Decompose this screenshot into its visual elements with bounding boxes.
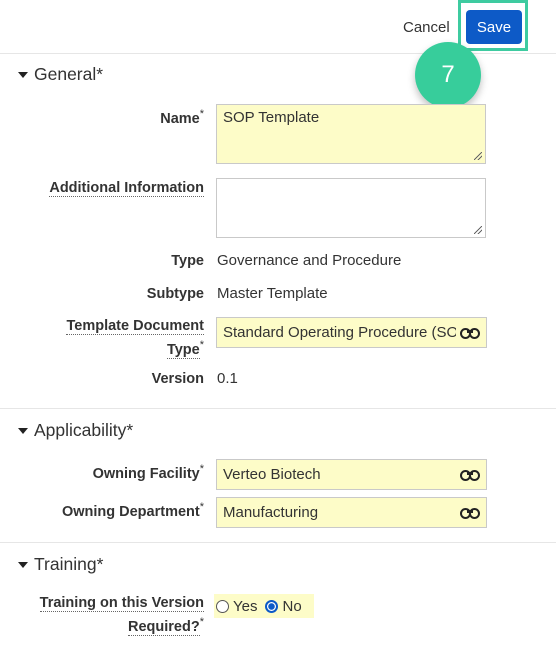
radio-yes[interactable]: [216, 599, 229, 613]
binoculars-icon[interactable]: [460, 507, 480, 519]
section-training-title: Training*: [34, 554, 104, 574]
training-option-no[interactable]: No: [265, 597, 302, 615]
binoculars-icon[interactable]: [460, 469, 480, 481]
additional-info-label: Additional Information: [49, 180, 204, 197]
name-label: Name*: [160, 108, 204, 127]
save-button-highlight: Save: [458, 0, 528, 51]
section-applicability-toggle[interactable]: Applicability*: [18, 420, 133, 441]
radio-no[interactable]: [265, 599, 279, 613]
binoculars-icon[interactable]: [460, 327, 480, 339]
subtype-label: Subtype: [146, 286, 204, 302]
type-label: Type: [171, 253, 204, 269]
radio-yes-label: Yes: [233, 597, 258, 615]
owning-department-value: Manufacturing: [223, 504, 319, 521]
name-field[interactable]: SOP Template: [216, 104, 486, 164]
section-general-title: General*: [34, 64, 104, 84]
save-button[interactable]: Save: [466, 10, 522, 44]
cancel-button[interactable]: Cancel: [403, 19, 450, 36]
section-divider: [0, 408, 556, 409]
version-value: 0.1: [217, 370, 238, 387]
section-general-toggle[interactable]: General*: [18, 64, 103, 85]
name-field-value: SOP Template: [223, 109, 320, 126]
template-doc-type-lookup[interactable]: Standard Operating Procedure (SOP): [216, 317, 487, 348]
caret-down-icon: [18, 561, 28, 568]
training-required-radio-group: Yes No: [214, 594, 314, 618]
subtype-value: Master Template: [217, 285, 328, 302]
training-option-yes[interactable]: Yes: [216, 598, 257, 615]
section-training-toggle[interactable]: Training*: [18, 554, 103, 575]
section-applicability-title: Applicability*: [34, 420, 134, 440]
additional-info-field[interactable]: [216, 178, 486, 238]
resize-grip-icon[interactable]: [474, 226, 482, 234]
version-label: Version: [151, 371, 204, 387]
section-divider: [0, 542, 556, 543]
caret-down-icon: [18, 427, 28, 434]
owning-facility-value: Verteo Biotech: [223, 466, 321, 483]
step-badge: 7: [415, 42, 481, 108]
resize-grip-icon[interactable]: [474, 152, 482, 160]
caret-down-icon: [18, 71, 28, 78]
radio-no-label: No: [282, 597, 302, 615]
owning-department-lookup[interactable]: Manufacturing: [216, 497, 487, 528]
owning-department-label: Owning Department*: [61, 501, 204, 520]
type-value: Governance and Procedure: [217, 252, 402, 269]
owning-facility-lookup[interactable]: Verteo Biotech: [216, 459, 487, 490]
owning-facility-label: Owning Facility*: [92, 463, 204, 482]
template-doc-type-label: Template Document Type*: [66, 318, 204, 359]
training-required-label: Training on this Version Required?*: [39, 595, 204, 636]
template-doc-type-value: Standard Operating Procedure (SOP): [223, 324, 456, 341]
